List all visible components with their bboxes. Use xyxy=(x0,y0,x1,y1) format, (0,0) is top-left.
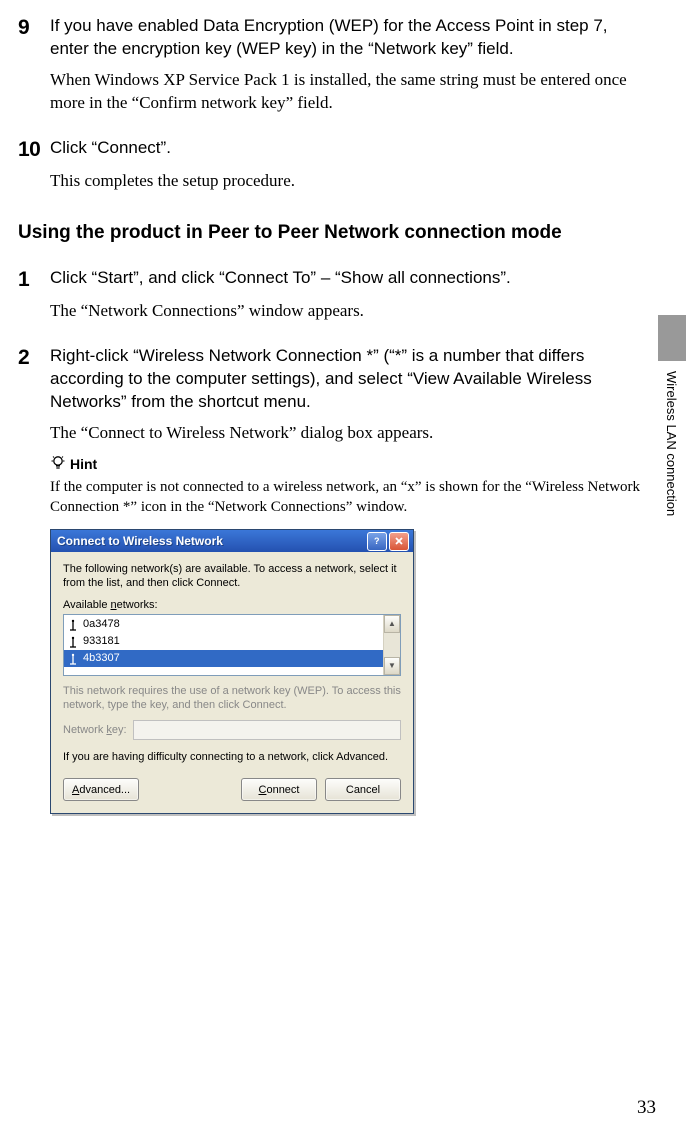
lightbulb-icon xyxy=(50,455,66,473)
hint-text: If the computer is not connected to a wi… xyxy=(50,477,648,518)
step-body: The “Connect to Wireless Network” dialog… xyxy=(50,422,648,445)
step-body: This completes the setup procedure. xyxy=(50,170,648,193)
side-tab: Wireless LAN connection xyxy=(658,315,686,516)
step-2: 2 Right-click “Wireless Network Connecti… xyxy=(18,345,648,815)
dialog-intro: The following network(s) are available. … xyxy=(63,562,401,591)
dialog-title: Connect to Wireless Network xyxy=(57,534,223,548)
antenna-icon xyxy=(67,634,79,648)
cancel-button[interactable]: Cancel xyxy=(325,778,401,801)
dialog-titlebar[interactable]: Connect to Wireless Network ? xyxy=(51,530,413,552)
network-key-input[interactable] xyxy=(133,720,401,740)
hint-label: Hint xyxy=(70,456,97,472)
step-body: When Windows XP Service Pack 1 is instal… xyxy=(50,69,648,115)
antenna-icon xyxy=(67,651,79,665)
network-name: 0a3478 xyxy=(83,618,120,630)
step-number: 1 xyxy=(18,267,50,292)
step-title: Right-click “Wireless Network Connection… xyxy=(50,345,648,414)
network-key-label: Network key: xyxy=(63,724,127,736)
hint-row: Hint xyxy=(50,455,648,473)
page-content: 9 If you have enabled Data Encryption (W… xyxy=(0,0,686,814)
connect-button[interactable]: Connect xyxy=(241,778,317,801)
close-button[interactable] xyxy=(389,532,409,551)
list-item[interactable]: 4b3307 xyxy=(64,650,383,667)
advanced-hint-text: If you are having difficulty connecting … xyxy=(63,750,401,764)
list-item[interactable]: 0a3478 xyxy=(64,616,383,633)
section-heading: Using the product in Peer to Peer Networ… xyxy=(18,221,648,245)
wep-hint-text: This network requires the use of a netwo… xyxy=(63,684,401,713)
available-networks-label: Available networks: xyxy=(63,599,401,611)
side-tab-label: Wireless LAN connection xyxy=(658,361,679,516)
scroll-up-button[interactable]: ▲ xyxy=(384,615,400,633)
help-button[interactable]: ? xyxy=(367,532,387,551)
scrollbar[interactable]: ▲ ▼ xyxy=(383,615,400,675)
available-networks-listbox[interactable]: 0a3478 933181 4b3307 ▲ ▼ xyxy=(63,614,401,676)
step-number: 2 xyxy=(18,345,50,414)
step-number: 9 xyxy=(18,15,50,61)
scroll-down-button[interactable]: ▼ xyxy=(384,657,400,675)
page-number: 33 xyxy=(637,1097,656,1119)
step-10: 10 Click “Connect”. This completes the s… xyxy=(18,137,648,193)
step-title: If you have enabled Data Encryption (WEP… xyxy=(50,15,648,61)
svg-text:?: ? xyxy=(374,536,380,546)
step-1: 1 Click “Start”, and click “Connect To” … xyxy=(18,267,648,323)
step-title: Click “Connect”. xyxy=(50,137,171,162)
network-name: 933181 xyxy=(83,635,120,647)
advanced-button[interactable]: Advanced... xyxy=(63,778,139,801)
step-title: Click “Start”, and click “Connect To” – … xyxy=(50,267,511,292)
list-item[interactable]: 933181 xyxy=(64,633,383,650)
step-9: 9 If you have enabled Data Encryption (W… xyxy=(18,15,648,115)
antenna-icon xyxy=(67,617,79,631)
step-body: The “Network Connections” window appears… xyxy=(50,300,648,323)
network-name: 4b3307 xyxy=(83,652,120,664)
connect-wireless-dialog: Connect to Wireless Network ? The follow… xyxy=(50,529,414,814)
side-tab-marker xyxy=(658,315,686,361)
step-number: 10 xyxy=(18,137,50,162)
